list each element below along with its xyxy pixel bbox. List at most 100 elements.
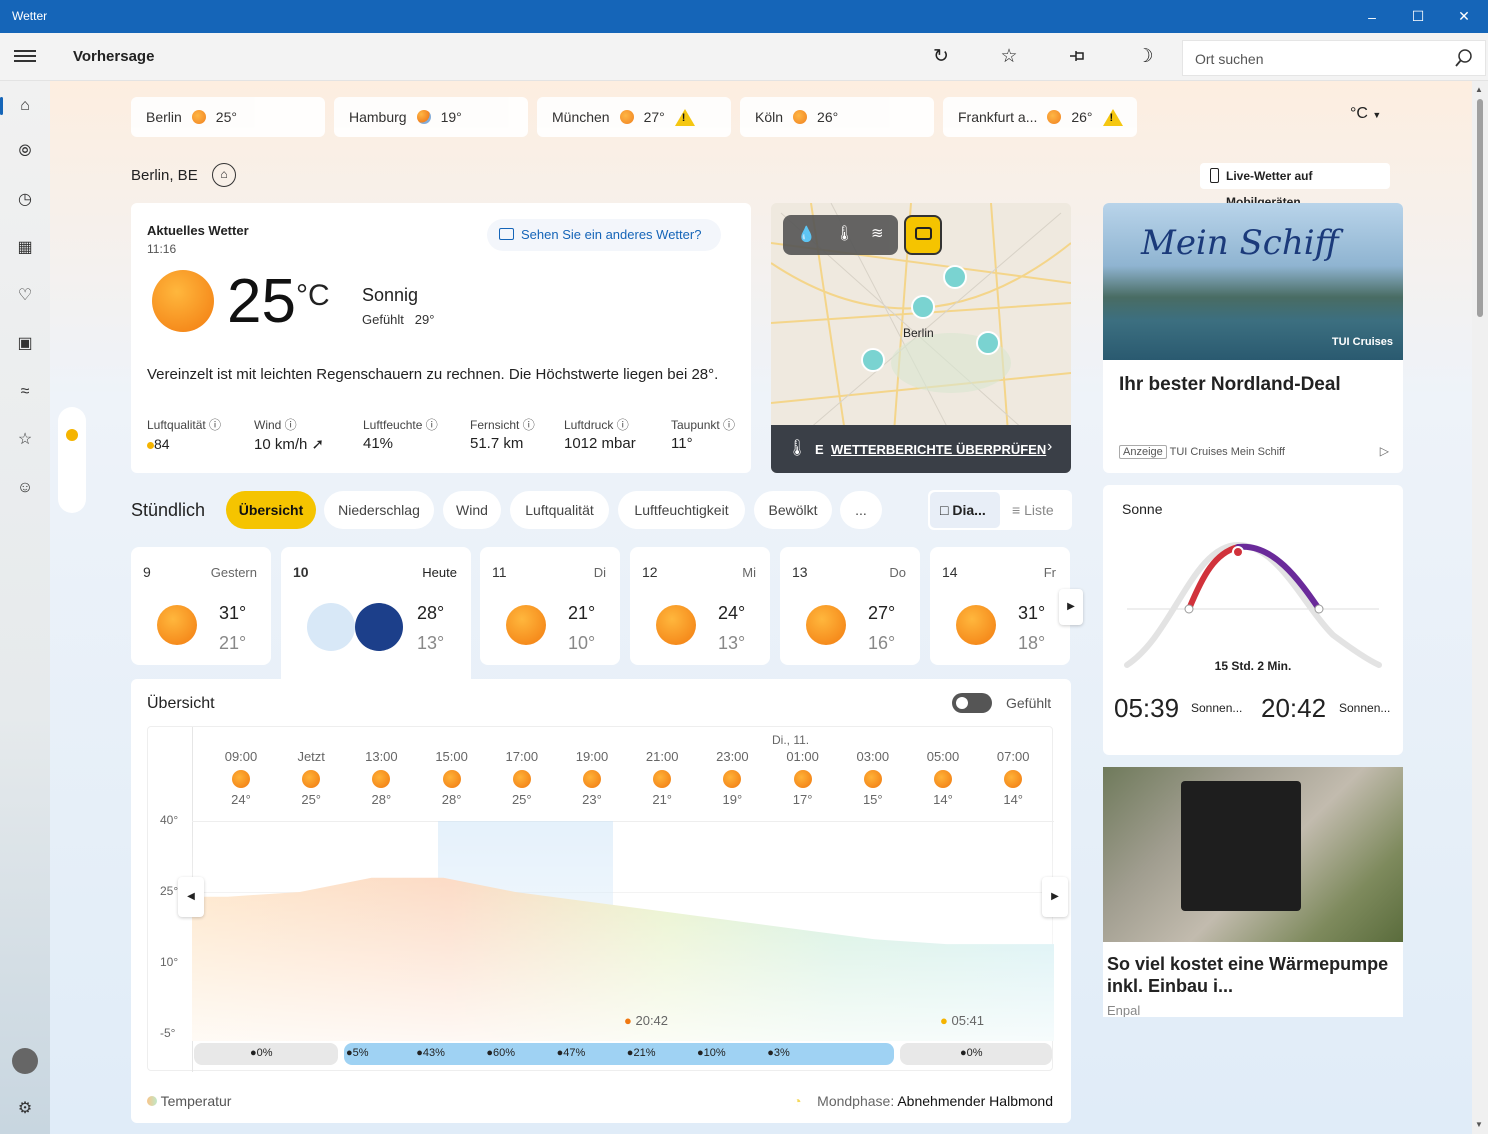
side-indicator[interactable] xyxy=(58,407,86,513)
favorites-list-icon[interactable]: ☆ xyxy=(14,429,36,451)
ad-choices-icon[interactable]: ▷ xyxy=(1380,444,1389,458)
warning-icon[interactable]: ! xyxy=(674,108,695,126)
page-title: Vorhersage xyxy=(73,48,155,65)
map-icon[interactable]: ♡ xyxy=(14,285,36,307)
sunrise-marker: ● 05:41 xyxy=(940,1013,984,1028)
search-input[interactable]: Ort suchen xyxy=(1195,51,1263,67)
detail-air-quality[interactable]: Luftqualität ⓘ 84 xyxy=(147,416,221,452)
tab-precipitation[interactable]: Niederschlag xyxy=(324,491,434,529)
tab-wind[interactable]: Wind xyxy=(443,491,501,529)
city-tab-munich[interactable]: München 27° ! xyxy=(537,97,731,137)
unit-selector[interactable]: °C ▼ xyxy=(1350,105,1381,123)
feedback-smiley-icon[interactable]: ☺ xyxy=(14,477,36,499)
map-marker-icon[interactable] xyxy=(861,348,885,372)
precip-percent: 0% xyxy=(966,1047,983,1059)
list-icon: ≡ xyxy=(1012,502,1021,518)
check-reports-banner[interactable]: 🌡 E WETTERBERICHTE ÜBERPRÜFEN › xyxy=(771,425,1071,473)
wind-icon[interactable]: ≋ xyxy=(871,224,884,242)
close-button[interactable]: ✕ xyxy=(1441,0,1487,33)
dark-mode-icon[interactable]: ☽ xyxy=(1133,45,1157,69)
chart-prev-arrow-icon[interactable]: ◀ xyxy=(178,877,204,917)
detail-pressure[interactable]: Luftdruck ⓘ 1012 mbar xyxy=(564,416,636,452)
tab-air-quality[interactable]: Luftqualität xyxy=(510,491,609,529)
city-tab-berlin[interactable]: Berlin 25° xyxy=(131,97,325,137)
ad-card-heatpump[interactable]: So viel kostet eine Wärmepumpe inkl. Ein… xyxy=(1103,767,1403,1017)
partly-cloudy-icon xyxy=(157,605,197,645)
menu-icon[interactable] xyxy=(14,47,36,67)
city-tab-cologne[interactable]: Köln 26° xyxy=(740,97,934,137)
tab-clouds[interactable]: Bewölkt xyxy=(754,491,832,529)
day-card[interactable]: 9 Gestern 31° 21° xyxy=(131,547,271,665)
precipitation-value: ●21% xyxy=(627,1047,656,1059)
detail-wind[interactable]: Wind ⓘ 10 km/h ➚ xyxy=(254,416,324,453)
precip-percent: 60% xyxy=(493,1047,516,1059)
day-card[interactable]: 14 Fr 31° 18° xyxy=(930,547,1070,665)
day-card[interactable]: 11 Di 21° 10° xyxy=(480,547,620,665)
detail-visibility[interactable]: Fernsicht ⓘ 51.7 km xyxy=(470,416,535,452)
location-search[interactable]: Ort suchen xyxy=(1182,40,1486,76)
detail-humidity[interactable]: Luftfeuchte ⓘ 41% xyxy=(363,416,438,452)
cta-label: WETTERBERICHTE ÜBERPRÜFEN xyxy=(831,442,1047,457)
hour-column: 01:00 17° xyxy=(768,749,838,807)
legend-temperature: Temperatur xyxy=(147,1093,231,1109)
refresh-icon[interactable]: ↻ xyxy=(929,45,953,69)
hour-weather-icon xyxy=(863,770,882,788)
view-list-button[interactable]: ≡ Liste xyxy=(1012,502,1054,518)
days-next-arrow-icon[interactable]: ▶ xyxy=(1059,589,1083,625)
home-icon[interactable]: ⌂ xyxy=(0,95,36,117)
pin-icon[interactable] xyxy=(1065,45,1089,69)
map-marker-icon[interactable] xyxy=(976,331,1000,355)
sidebar-nav: ⌂ ⦾ ◷ ▦ ♡ ▣ ≈ ☆ ☺ ⚙ xyxy=(0,81,50,1134)
thermometer-icon[interactable]: 🌡 xyxy=(835,224,854,242)
weather-map-card[interactable]: 💧 🌡 ≋ Berlin 🌡 E WETTERBERICHTE ÜBERPRÜF… xyxy=(771,203,1071,473)
warning-icon[interactable]: ! xyxy=(1102,108,1123,126)
sunny-icon xyxy=(793,110,808,124)
day-card[interactable]: 12 Mi 24° 13° xyxy=(630,547,770,665)
search-icon[interactable] xyxy=(1453,47,1475,72)
view-diagram-button[interactable]: □ Dia... xyxy=(930,492,1000,528)
detail-dewpoint[interactable]: Taupunkt ⓘ 11° xyxy=(671,416,735,452)
day-card[interactable]: 13 Do 27° 16° xyxy=(780,547,920,665)
settings-gear-icon[interactable]: ⚙ xyxy=(14,1098,36,1120)
scrollbar-thumb[interactable] xyxy=(1477,99,1483,317)
drop-icon: ● xyxy=(250,1047,257,1059)
live-weather-button[interactable]: Live-Wetter auf Mobilgeräten xyxy=(1200,163,1390,209)
tab-more[interactable]: ... xyxy=(840,491,882,529)
minimize-button[interactable]: – xyxy=(1349,0,1395,33)
day-card-selected[interactable]: 10 Heute 28° 13° xyxy=(281,547,471,687)
chart-icon[interactable]: ≈ xyxy=(14,381,36,403)
building-icon[interactable]: ▣ xyxy=(14,333,36,355)
hour-column: 07:00 14° xyxy=(978,749,1048,807)
clock-icon[interactable]: ◷ xyxy=(14,189,36,211)
tab-overview[interactable]: Übersicht xyxy=(226,491,316,529)
day-low: 13° xyxy=(417,633,445,653)
city-tab-frankfurt[interactable]: Frankfurt a... 26° ! xyxy=(943,97,1137,137)
scroll-down-icon[interactable]: ▼ xyxy=(1475,1120,1483,1129)
map-marker-icon[interactable] xyxy=(911,295,935,319)
city-temp: 26° xyxy=(1071,109,1093,125)
sunset-label: Sonnen... xyxy=(1339,701,1391,715)
account-avatar[interactable] xyxy=(12,1048,38,1074)
precipitation-icon[interactable]: 💧 xyxy=(797,225,816,243)
detail-label: Fernsicht xyxy=(470,418,520,432)
feedback-chat-icon[interactable] xyxy=(904,215,942,255)
feels-like-toggle[interactable] xyxy=(952,693,992,713)
chart-next-arrow-icon[interactable]: ▶ xyxy=(1042,877,1068,917)
tab-humidity[interactable]: Luftfeuchtigkeit xyxy=(618,491,745,529)
city-tab-hamburg[interactable]: Hamburg 19° xyxy=(334,97,528,137)
home-location-icon[interactable]: ⌂ xyxy=(212,163,236,187)
favorite-star-icon[interactable]: ☆ xyxy=(997,45,1021,69)
scrollbar[interactable]: ▲ ▼ xyxy=(1472,81,1488,1134)
ad-card-cruise[interactable]: Mein Schiff TUI Cruises Ihr bester Nordl… xyxy=(1103,203,1403,473)
map-layer-selector[interactable]: 💧 🌡 ≋ xyxy=(783,215,898,255)
hour-time: 03:00 xyxy=(856,749,890,764)
current-heading: Aktuelles Wetter xyxy=(147,223,249,238)
ad-title: Ihr bester Nordland-Deal xyxy=(1119,374,1341,395)
radar-icon[interactable]: ⦾ xyxy=(14,141,36,163)
maximize-button[interactable]: ☐ xyxy=(1395,0,1441,33)
map-marker-icon[interactable] xyxy=(943,265,967,289)
calendar-icon[interactable]: ▦ xyxy=(14,237,36,259)
scroll-up-icon[interactable]: ▲ xyxy=(1475,85,1483,94)
detail-label: Luftdruck xyxy=(564,418,614,432)
other-weather-link[interactable]: Sehen Sie ein anderes Wetter? xyxy=(487,219,721,251)
